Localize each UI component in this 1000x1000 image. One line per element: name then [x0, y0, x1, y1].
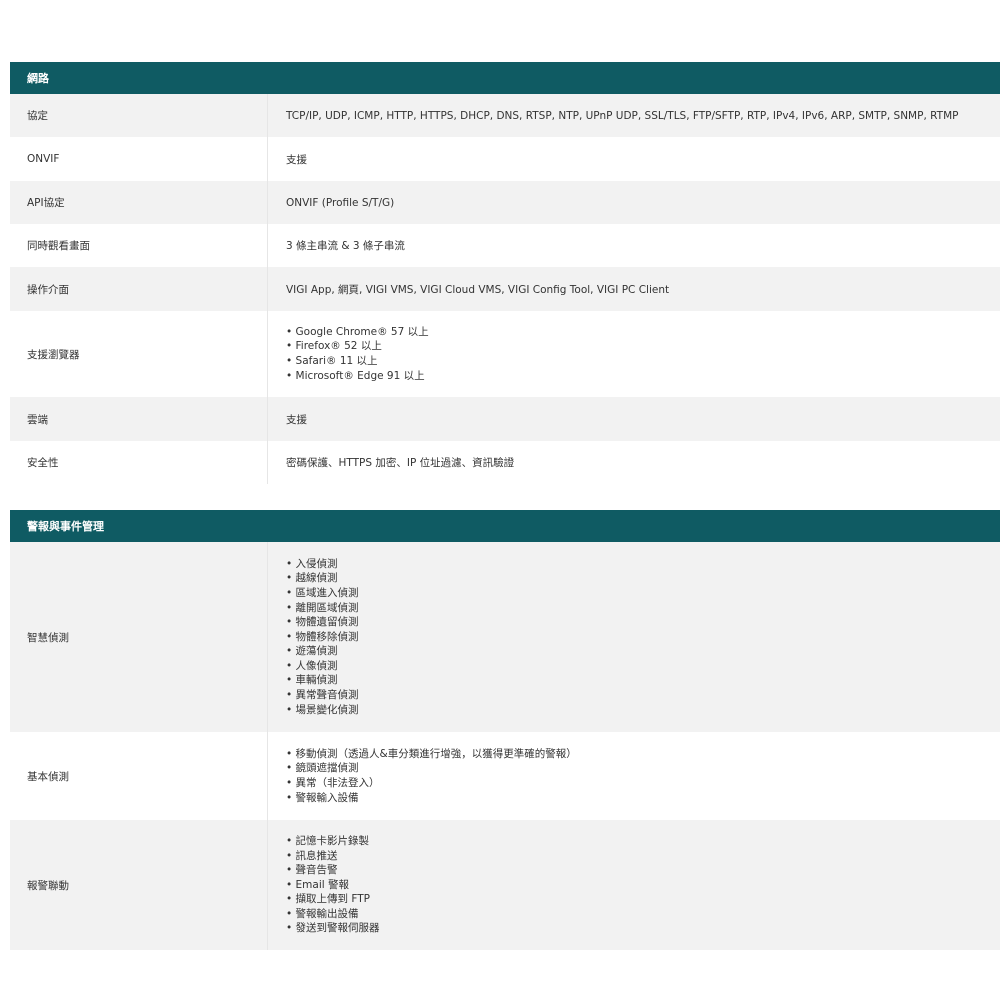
list-item: 異常聲音偵測 [286, 688, 359, 703]
list-item: 車輛偵測 [286, 673, 359, 688]
list-item: 遊蕩偵測 [286, 644, 359, 659]
row-value: TCP/IP, UDP, ICMP, HTTP, HTTPS, DHCP, DN… [267, 94, 1000, 137]
list-item: Email 警報 [286, 878, 380, 893]
list-item: 區域進入偵測 [286, 586, 359, 601]
row-value: 3 條主串流 & 3 條子串流 [267, 224, 1000, 267]
list-item: 移動偵測（透過人&車分類進行增強，以獲得更準確的警報） [286, 747, 577, 762]
row-value: 支援 [267, 137, 1000, 181]
list-item: Microsoft® Edge 91 以上 [286, 369, 429, 384]
list-item: 場景變化偵測 [286, 703, 359, 718]
browser-list: Google Chrome® 57 以上 Firefox® 52 以上 Safa… [286, 325, 429, 383]
row-value: VIGI App, 網頁, VIGI VMS, VIGI Cloud VMS, … [267, 267, 1000, 311]
row-value: 移動偵測（透過人&車分類進行增強，以獲得更準確的警報） 鏡頭遮擋偵測 異常（非法… [267, 732, 1000, 820]
row-label: 安全性 [27, 457, 59, 469]
row-label: 操作介面 [27, 283, 69, 296]
list-item: 人像偵測 [286, 659, 359, 674]
list-item: 警報輸入設備 [286, 791, 577, 806]
list-item: 擷取上傳到 FTP [286, 892, 380, 907]
list-item: 入侵偵測 [286, 557, 359, 572]
list-item: 鏡頭遮擋偵測 [286, 761, 577, 776]
row-label: 基本偵測 [27, 770, 69, 783]
table-row: 報警聯動 記憶卡影片錄製 訊息推送 聲音告警 Email 警報 擷取上傳到 FT… [10, 820, 1000, 950]
table-row: ONVIF 支援 [10, 137, 1000, 181]
list-item: 記憶卡影片錄製 [286, 834, 380, 849]
list-item: 物體移除偵測 [286, 630, 359, 645]
table-row: 雲端 支援 [10, 397, 1000, 441]
list-item: Firefox® 52 以上 [286, 339, 429, 354]
row-label: 支援瀏覽器 [27, 348, 80, 361]
smart-detection-list: 入侵偵測 越線偵測 區域進入偵測 離開區域偵測 物體遺留偵測 物體移除偵測 遊蕩… [286, 557, 359, 718]
row-label: API協定 [27, 197, 65, 209]
table-row: API協定 ONVIF (Profile S/T/G) [10, 181, 1000, 224]
row-label: 同時觀看畫面 [27, 240, 90, 252]
list-item: 越線偵測 [286, 571, 359, 586]
list-item: 離開區域偵測 [286, 601, 359, 616]
row-value: 支援 [267, 397, 1000, 441]
table-row: 支援瀏覽器 Google Chrome® 57 以上 Firefox® 52 以… [10, 311, 1000, 397]
row-label: 協定 [27, 110, 48, 122]
list-item: 警報輸出設備 [286, 907, 380, 922]
row-value: ONVIF (Profile S/T/G) [267, 181, 1000, 224]
alarm-event-spec-table: 警報與事件管理 智慧偵測 入侵偵測 越線偵測 區域進入偵測 離開區域偵測 物體遺… [10, 510, 1000, 950]
row-value: 入侵偵測 越線偵測 區域進入偵測 離開區域偵測 物體遺留偵測 物體移除偵測 遊蕩… [267, 542, 1000, 732]
list-item: 發送到警報伺服器 [286, 921, 380, 936]
alarm-linkage-list: 記憶卡影片錄製 訊息推送 聲音告警 Email 警報 擷取上傳到 FTP 警報輸… [286, 834, 380, 936]
list-item: Safari® 11 以上 [286, 354, 429, 369]
table-row: 同時觀看畫面 3 條主串流 & 3 條子串流 [10, 224, 1000, 267]
list-item: 聲音告警 [286, 863, 380, 878]
list-item: 物體遺留偵測 [286, 615, 359, 630]
row-label: 智慧偵測 [27, 631, 69, 644]
section-header-network: 網路 [10, 62, 1000, 94]
section-header-alarm: 警報與事件管理 [10, 510, 1000, 542]
row-label: ONVIF [27, 153, 60, 165]
network-spec-table: 網路 協定 TCP/IP, UDP, ICMP, HTTP, HTTPS, DH… [10, 62, 1000, 484]
table-row: 安全性 密碼保護、HTTPS 加密、IP 位址過濾、資訊驗證 [10, 441, 1000, 484]
row-value: Google Chrome® 57 以上 Firefox® 52 以上 Safa… [267, 311, 1000, 397]
row-label: 雲端 [27, 413, 48, 426]
list-item: 訊息推送 [286, 849, 380, 864]
row-value: 密碼保護、HTTPS 加密、IP 位址過濾、資訊驗證 [267, 441, 1000, 484]
table-row: 操作介面 VIGI App, 網頁, VIGI VMS, VIGI Cloud … [10, 267, 1000, 311]
list-item: 異常（非法登入） [286, 776, 577, 791]
row-value: 記憶卡影片錄製 訊息推送 聲音告警 Email 警報 擷取上傳到 FTP 警報輸… [267, 820, 1000, 950]
basic-detection-list: 移動偵測（透過人&車分類進行增強，以獲得更準確的警報） 鏡頭遮擋偵測 異常（非法… [286, 747, 577, 805]
table-row: 協定 TCP/IP, UDP, ICMP, HTTP, HTTPS, DHCP,… [10, 94, 1000, 137]
table-row: 智慧偵測 入侵偵測 越線偵測 區域進入偵測 離開區域偵測 物體遺留偵測 物體移除… [10, 542, 1000, 732]
list-item: Google Chrome® 57 以上 [286, 325, 429, 340]
row-label: 報警聯動 [27, 879, 69, 892]
table-row: 基本偵測 移動偵測（透過人&車分類進行增強，以獲得更準確的警報） 鏡頭遮擋偵測 … [10, 732, 1000, 820]
